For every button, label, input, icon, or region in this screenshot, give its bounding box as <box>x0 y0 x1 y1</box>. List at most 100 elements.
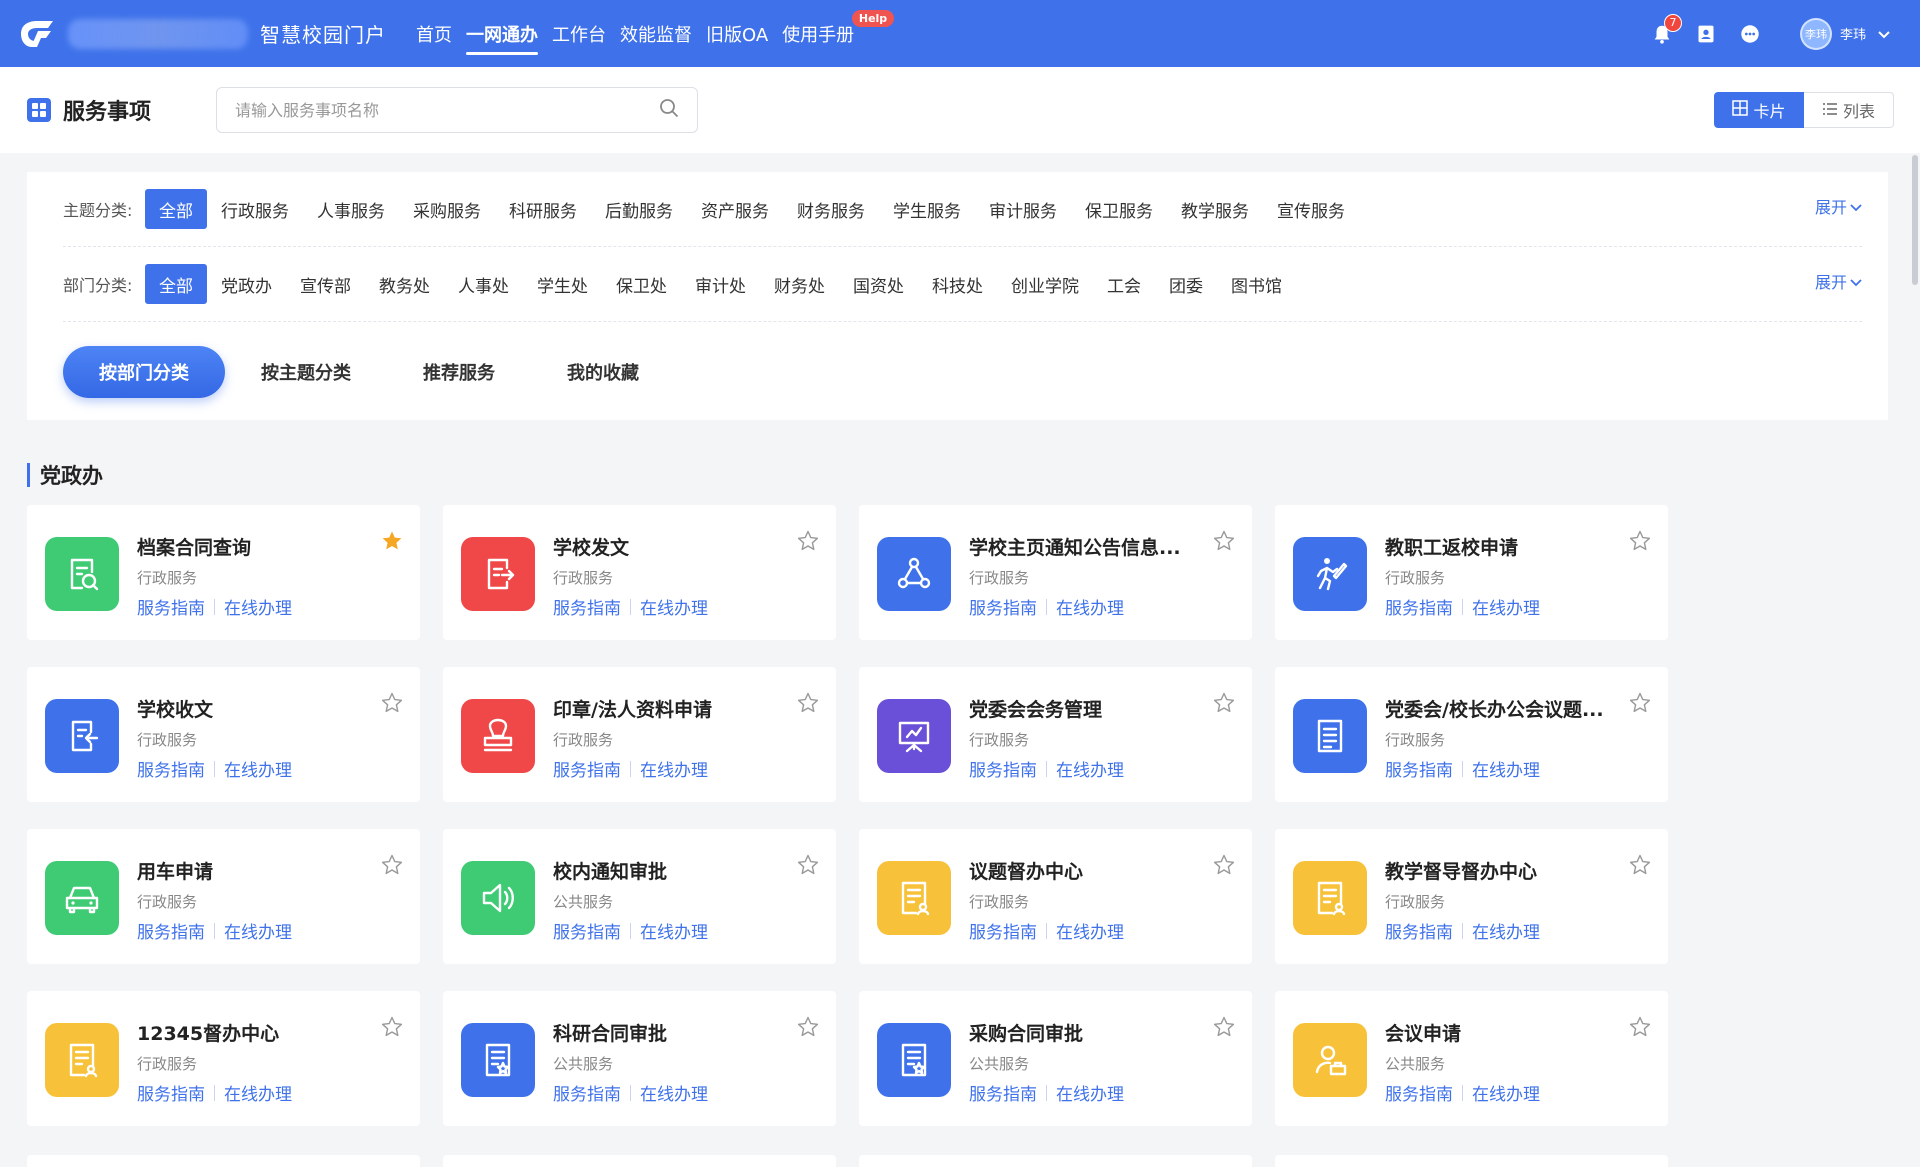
service-card-title[interactable]: 12345督办中心 <box>137 1019 385 1046</box>
service-card-title[interactable]: 档案合同查询 <box>137 533 385 560</box>
service-card-title[interactable]: 校内通知审批 <box>553 857 801 884</box>
service-card[interactable]: 教学督导督办中心 行政服务 服务指南 在线办理 <box>1275 829 1668 964</box>
star-outline-icon[interactable] <box>796 691 820 715</box>
topic-filter-item-8[interactable]: 学生服务 <box>879 189 975 229</box>
topic-filter-item-9[interactable]: 审计服务 <box>975 189 1071 229</box>
department-filter-item-2[interactable]: 宣传部 <box>286 264 365 304</box>
service-guide-link[interactable]: 服务指南 <box>137 594 205 619</box>
service-card[interactable]: 科研合同审批 公共服务 服务指南 在线办理 <box>443 991 836 1126</box>
online-handling-link[interactable]: 在线办理 <box>1472 918 1540 943</box>
service-card[interactable]: 学校主页通知公告信息... 行政服务 服务指南 在线办理 <box>859 505 1252 640</box>
service-card[interactable]: 会议申请 公共服务 服务指南 在线办理 <box>1275 991 1668 1126</box>
online-handling-link[interactable]: 在线办理 <box>1472 594 1540 619</box>
service-card[interactable]: 印章/法人资料申请 行政服务 服务指南 在线办理 <box>443 667 836 802</box>
service-card-title[interactable]: 学校主页通知公告信息... <box>969 533 1217 560</box>
scrollbar[interactable] <box>1910 153 1920 1167</box>
service-guide-link[interactable]: 服务指南 <box>553 594 621 619</box>
topic-filter-item-4[interactable]: 科研服务 <box>495 189 591 229</box>
service-guide-link[interactable]: 服务指南 <box>1385 1080 1453 1105</box>
nav-home[interactable]: 首页 <box>416 0 452 67</box>
service-guide-link[interactable]: 服务指南 <box>553 756 621 781</box>
service-card-title[interactable]: 科研合同审批 <box>553 1019 801 1046</box>
service-guide-link[interactable]: 服务指南 <box>137 918 205 943</box>
star-outline-icon[interactable] <box>1212 1015 1236 1039</box>
topic-filter-item-0[interactable]: 全部 <box>145 189 207 229</box>
service-card-title[interactable]: 教学督导督办中心 <box>1385 857 1633 884</box>
service-guide-link[interactable]: 服务指南 <box>1385 594 1453 619</box>
online-handling-link[interactable]: 在线办理 <box>224 918 292 943</box>
nav-efficiency[interactable]: 效能监督 <box>620 0 692 67</box>
service-guide-link[interactable]: 服务指南 <box>969 1080 1037 1105</box>
service-guide-link[interactable]: 服务指南 <box>137 756 205 781</box>
online-handling-link[interactable]: 在线办理 <box>1056 918 1124 943</box>
nav-manual[interactable]: 使用手册 Help <box>782 0 895 67</box>
online-handling-link[interactable]: 在线办理 <box>1472 756 1540 781</box>
tab-by-department[interactable]: 按部门分类 <box>63 346 225 398</box>
star-outline-icon[interactable] <box>1628 853 1652 877</box>
star-filled-icon[interactable] <box>380 529 404 553</box>
service-guide-link[interactable]: 服务指南 <box>1385 918 1453 943</box>
topic-filter-item-12[interactable]: 宣传服务 <box>1263 189 1359 229</box>
topic-filter-item-2[interactable]: 人事服务 <box>303 189 399 229</box>
service-card[interactable]: 校内通知审批 公共服务 服务指南 在线办理 <box>443 829 836 964</box>
online-handling-link[interactable]: 在线办理 <box>224 756 292 781</box>
department-filter-item-5[interactable]: 学生处 <box>523 264 602 304</box>
service-card-title[interactable]: 用车申请 <box>137 857 385 884</box>
service-card[interactable]: 党委会会务管理 行政服务 服务指南 在线办理 <box>859 667 1252 802</box>
service-guide-link[interactable]: 服务指南 <box>969 594 1037 619</box>
department-filter-item-7[interactable]: 审计处 <box>681 264 760 304</box>
department-filter-item-8[interactable]: 财务处 <box>760 264 839 304</box>
online-handling-link[interactable]: 在线办理 <box>224 594 292 619</box>
service-guide-link[interactable]: 服务指南 <box>553 1080 621 1105</box>
nav-one-stop[interactable]: 一网通办 <box>466 0 538 67</box>
service-card[interactable]: 议题督办中心 行政服务 服务指南 在线办理 <box>859 829 1252 964</box>
star-outline-icon[interactable] <box>380 691 404 715</box>
service-card[interactable]: 12345督办中心 行政服务 服务指南 在线办理 <box>27 991 420 1126</box>
service-card-title[interactable]: 印章/法人资料申请 <box>553 695 801 722</box>
service-card[interactable]: 党委会/校长办公会议题... 行政服务 服务指南 在线办理 <box>1275 667 1668 802</box>
service-guide-link[interactable]: 服务指南 <box>969 918 1037 943</box>
topic-filter-item-6[interactable]: 资产服务 <box>687 189 783 229</box>
star-outline-icon[interactable] <box>1628 1015 1652 1039</box>
list-view-button[interactable]: 列表 <box>1804 92 1894 128</box>
online-handling-link[interactable]: 在线办理 <box>640 756 708 781</box>
star-outline-icon[interactable] <box>1212 691 1236 715</box>
online-handling-link[interactable]: 在线办理 <box>1056 756 1124 781</box>
tab-by-topic[interactable]: 按主题分类 <box>225 346 387 398</box>
topic-expand-button[interactable]: 展开 <box>1815 194 1862 218</box>
department-filter-item-13[interactable]: 团委 <box>1155 264 1217 304</box>
online-handling-link[interactable]: 在线办理 <box>1056 1080 1124 1105</box>
online-handling-link[interactable]: 在线办理 <box>224 1080 292 1105</box>
topic-filter-item-1[interactable]: 行政服务 <box>207 189 303 229</box>
logo-icon[interactable] <box>14 14 60 54</box>
star-outline-icon[interactable] <box>796 1015 820 1039</box>
topic-filter-item-3[interactable]: 采购服务 <box>399 189 495 229</box>
online-handling-link[interactable]: 在线办理 <box>640 594 708 619</box>
service-card[interactable]: 档案合同查询 行政服务 服务指南 在线办理 <box>27 505 420 640</box>
online-handling-link[interactable]: 在线办理 <box>640 1080 708 1105</box>
department-filter-item-4[interactable]: 人事处 <box>444 264 523 304</box>
service-card-title[interactable]: 党委会/校长办公会议题... <box>1385 695 1633 722</box>
service-guide-link[interactable]: 服务指南 <box>1385 756 1453 781</box>
department-filter-item-11[interactable]: 创业学院 <box>997 264 1093 304</box>
nav-workbench[interactable]: 工作台 <box>552 0 606 67</box>
service-card-title[interactable]: 采购合同审批 <box>969 1019 1217 1046</box>
scrollbar-thumb[interactable] <box>1912 155 1918 285</box>
service-card[interactable]: 学校发文 行政服务 服务指南 在线办理 <box>443 505 836 640</box>
topic-filter-item-5[interactable]: 后勤服务 <box>591 189 687 229</box>
star-outline-icon[interactable] <box>1628 691 1652 715</box>
department-filter-item-0[interactable]: 全部 <box>145 264 207 304</box>
department-filter-item-3[interactable]: 教务处 <box>365 264 444 304</box>
card-view-button[interactable]: 卡片 <box>1714 92 1804 128</box>
service-guide-link[interactable]: 服务指南 <box>969 756 1037 781</box>
search-input[interactable] <box>235 100 660 120</box>
service-card-title[interactable]: 学校收文 <box>137 695 385 722</box>
star-outline-icon[interactable] <box>380 1015 404 1039</box>
service-card[interactable]: 采购合同审批 公共服务 服务指南 在线办理 <box>859 991 1252 1126</box>
contacts-icon[interactable] <box>1692 20 1720 48</box>
service-card-title[interactable]: 学校发文 <box>553 533 801 560</box>
online-handling-link[interactable]: 在线办理 <box>1056 594 1124 619</box>
department-filter-item-14[interactable]: 图书馆 <box>1217 264 1296 304</box>
user-menu[interactable]: 李玮 李玮 <box>1799 17 1890 50</box>
bell-icon[interactable]: 7 <box>1648 13 1682 48</box>
